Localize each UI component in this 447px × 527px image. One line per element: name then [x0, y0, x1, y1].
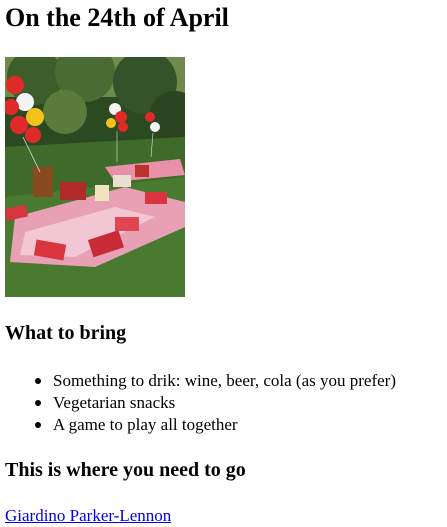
bullet-icon — [35, 422, 41, 428]
picnic-photo — [5, 57, 185, 297]
list-item: A game to play all together — [35, 414, 396, 436]
bullet-icon — [35, 400, 41, 406]
list-item-text: Vegetarian snacks — [53, 393, 176, 412]
location-link[interactable]: Giardino Parker-Lennon — [5, 506, 171, 526]
list-item-text: Something to drik: wine, beer, cola (as … — [53, 371, 396, 390]
what-to-bring-heading: What to bring — [5, 322, 127, 344]
bullet-icon — [35, 378, 41, 384]
list-item: Vegetarian snacks — [35, 392, 396, 414]
bring-list: Something to drik: wine, beer, cola (as … — [5, 370, 396, 436]
picnic-photo-graphic — [5, 57, 185, 297]
page-title: On the 24th of April — [5, 3, 229, 32]
directions-heading: This is where you need to go — [5, 459, 246, 481]
list-item-text: A game to play all together — [53, 415, 238, 434]
list-item: Something to drik: wine, beer, cola (as … — [35, 370, 396, 392]
